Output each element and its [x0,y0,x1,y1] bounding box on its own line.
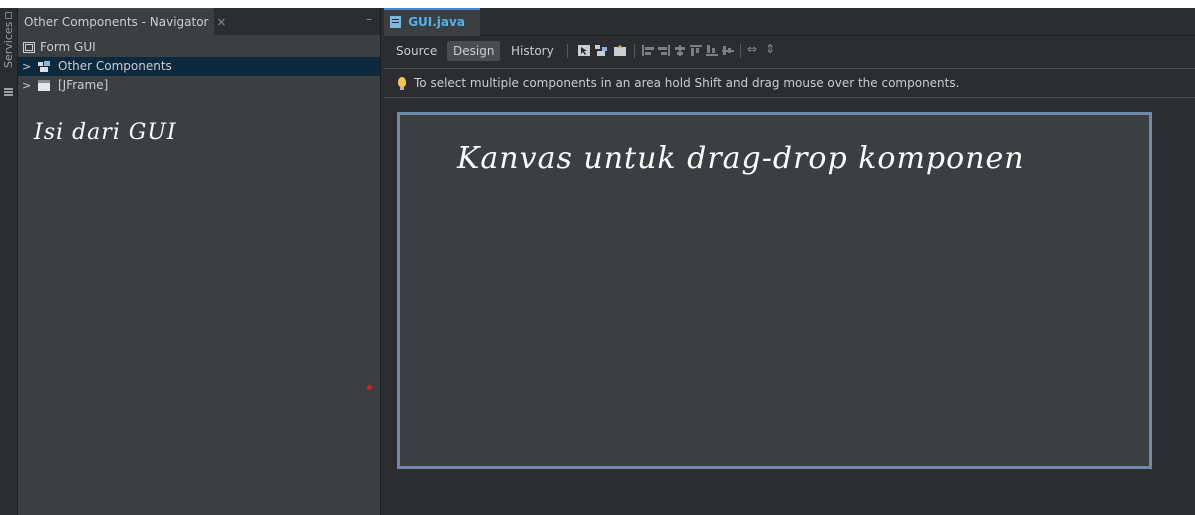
tree-item-label: [JFrame] [58,78,109,92]
java-file-icon [390,16,401,28]
navigator-tabbar: Other Components - Navigator × – [18,8,380,35]
side-strip: Services [0,8,18,515]
tree-item-label: Form GUI [40,40,96,54]
tree-item-form-gui[interactable]: Form GUI [18,38,380,57]
lightbulb-icon [398,77,406,90]
center-horizontally-icon[interactable] [674,45,686,56]
preview-design-icon[interactable] [614,45,626,56]
toolbar-separator [567,44,568,58]
editor-tab-title: GUI.java [408,15,465,29]
canvas-annotation: Kanvas untuk drag-drop komponen [457,141,1025,176]
jframe-icon [38,80,50,91]
center-vertically-icon[interactable] [722,45,734,56]
chevron-right-icon[interactable]: > [22,57,31,76]
hint-bar: To select multiple components in an area… [384,68,1195,98]
align-top-icon[interactable] [690,45,702,56]
pin-icon[interactable] [5,12,12,19]
close-icon[interactable]: × [216,15,226,29]
align-bottom-icon[interactable] [706,45,718,56]
navigator-tab-title: Other Components - Navigator [24,15,209,29]
toolbar-separator [740,44,741,58]
chevron-right-icon[interactable]: > [22,76,31,95]
editor-tabbar: GUI.java × [384,8,1195,54]
ide-window: Services Other Components - Navigator × … [0,8,1195,515]
design-toolbar: Source Design History ⇔ ⇕ [384,39,1195,63]
services-tab[interactable]: Services [2,22,15,68]
connection-mode-icon[interactable] [595,45,607,56]
hint-text: To select multiple components in an area… [414,76,960,90]
design-area: Kanvas untuk drag-drop komponen [384,99,1195,515]
navigator-panel: Other Components - Navigator × – Form GU… [18,8,380,515]
tree-item-label: Other Components [58,59,172,73]
design-canvas[interactable]: Kanvas untuk drag-drop komponen [397,112,1152,469]
vertical-resize-icon[interactable]: ⇕ [765,42,775,56]
red-dot-marker [367,385,372,390]
align-right-icon[interactable] [658,45,670,56]
navigator-tab[interactable]: Other Components - Navigator × [18,8,226,35]
components-icon [38,61,50,72]
horizontal-resize-icon[interactable]: ⇔ [747,42,757,56]
component-tree: Form GUI > Other Components > [JFrame] [18,38,380,95]
services-icon [4,88,13,96]
tree-item-other-components[interactable]: > Other Components [18,57,380,76]
form-icon [23,42,35,53]
source-button[interactable]: Source [390,41,443,61]
history-button[interactable]: History [505,41,560,61]
selection-mode-icon[interactable] [578,45,590,56]
align-left-icon[interactable] [642,45,654,56]
tree-item-jframe[interactable]: > [JFrame] [18,76,380,95]
editor-panel: GUI.java × Source Design History [384,8,1195,515]
design-button[interactable]: Design [447,41,501,61]
toolbar-separator [634,44,635,58]
editor-tab-gui-java[interactable]: GUI.java × [384,8,480,54]
minimize-icon[interactable]: – [366,12,372,26]
navigator-annotation: Isi dari GUI [34,120,177,145]
